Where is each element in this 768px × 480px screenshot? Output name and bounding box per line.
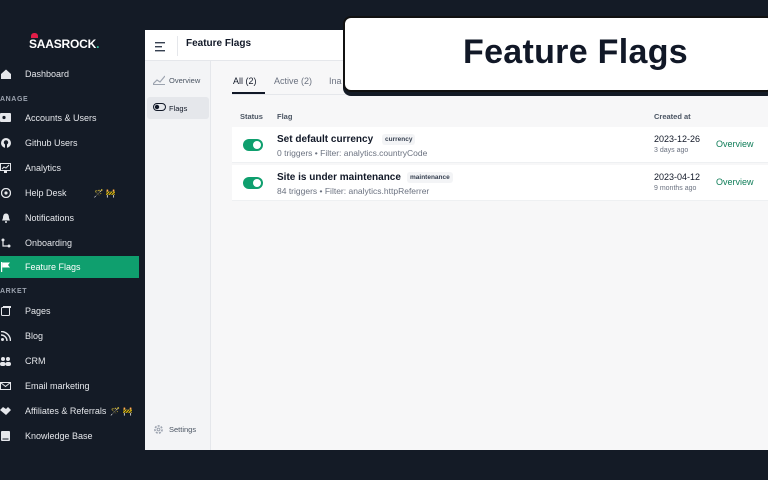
sidebar-item-github-users[interactable]: Github Users [0, 132, 139, 154]
pages-icon [0, 305, 11, 316]
sidebar-item-label: Pages [25, 306, 51, 316]
page-title: Feature Flags [186, 38, 252, 49]
subnav-item-overview[interactable]: Overview [147, 69, 209, 91]
id-card-icon [0, 112, 11, 123]
people-icon [0, 355, 11, 366]
analytics-icon [0, 162, 11, 173]
mail-icon [0, 380, 11, 391]
sidebar-item-feature-flags[interactable]: Feature Flags [0, 256, 139, 278]
tab-inactive[interactable]: Ina [329, 76, 342, 86]
logo-hat-icon [31, 33, 38, 38]
enabled-toggle[interactable] [243, 177, 263, 189]
sidebar-item-label: Feature Flags [25, 262, 81, 272]
toggle-icon [153, 103, 166, 113]
subnav-item-settings[interactable]: Settings [147, 418, 209, 440]
logo-text: SAASROCK [29, 37, 97, 51]
subnav-label: Flags [169, 104, 188, 113]
onboarding-icon [0, 237, 11, 248]
sidebar-item-label: Github Users [25, 138, 78, 148]
rss-icon [0, 330, 11, 341]
sidebar-item-dashboard[interactable]: Dashboard [0, 63, 139, 85]
sidebar-item-analytics[interactable]: Analytics [0, 157, 139, 179]
sidebar-item-knowledge-base[interactable]: Knowledge Base [0, 425, 139, 447]
flag-name[interactable]: Site is under maintenance [277, 172, 401, 183]
flag-tag: maintenance [407, 172, 453, 183]
col-header-status: Status [240, 112, 263, 121]
handshake-icon [0, 405, 11, 416]
sidebar-item-notifications[interactable]: Notifications [0, 207, 139, 229]
chart-icon [152, 75, 166, 85]
sidebar-item-pages[interactable]: Pages [0, 300, 139, 322]
topbar-divider [177, 36, 178, 56]
sidebar-item-label: Help Desk 🪄 🚧 [25, 188, 116, 198]
sidebar-item-label: Accounts & Users [25, 113, 97, 123]
col-header-created: Created at [654, 112, 691, 121]
flag-meta: 0 triggers • Filter: analytics.countryCo… [277, 148, 428, 158]
title-overlay-card: Feature Flags [343, 16, 768, 92]
sidebar-item-onboarding[interactable]: Onboarding [0, 232, 139, 254]
sidebar-item-label: Email marketing [25, 381, 90, 391]
tab-active[interactable]: Active (2) [274, 76, 312, 86]
created-date: 2023-04-12 [654, 172, 701, 182]
flag-name[interactable]: Set default currency [277, 134, 373, 145]
flag-icon [0, 261, 11, 272]
sidebar-item-label: Analytics [25, 163, 62, 173]
sub-navigation: Overview Flags Settings [145, 61, 211, 450]
flag-tag: currency [382, 134, 416, 145]
help-icon [0, 187, 11, 198]
sidebar-item-label: Knowledge Base [25, 431, 93, 441]
tabs-divider [232, 94, 768, 95]
tab-all[interactable]: All (2) [233, 76, 257, 86]
overview-link[interactable]: Overview [716, 177, 754, 187]
sidebar-item-label: Notifications [25, 213, 75, 223]
github-icon [0, 137, 11, 148]
sidebar-item-blog[interactable]: Blog [0, 325, 139, 347]
created-relative: 3 days ago [654, 147, 689, 154]
created-relative: 9 months ago [654, 185, 697, 192]
sidebar: SAASROCK. Dashboard ANAGE Accounts & Use… [0, 0, 145, 450]
wip-badge: 🪄 🚧 [110, 407, 133, 416]
table-row[interactable]: Set default currency currency 0 triggers… [232, 127, 768, 163]
bell-icon [0, 212, 11, 223]
section-label-manage: ANAGE [0, 96, 29, 103]
sidebar-item-label: Blog [25, 331, 44, 341]
sidebar-item-accounts-users[interactable]: Accounts & Users [0, 107, 139, 129]
sidebar-item-email-marketing[interactable]: Email marketing [0, 375, 139, 397]
logo-dot: . [96, 37, 100, 51]
overlay-title: Feature Flags [463, 33, 688, 71]
flag-meta: 84 triggers • Filter: analytics.httpRefe… [277, 186, 430, 196]
col-header-flag: Flag [277, 112, 293, 121]
enabled-toggle[interactable] [243, 139, 263, 151]
table-row[interactable]: Site is under maintenance maintenance 84… [232, 165, 768, 201]
section-label-market: ARKET [0, 288, 28, 295]
flags-table: Status Flag Created at Set default curre… [232, 106, 768, 203]
menu-icon[interactable] [155, 39, 167, 52]
overview-link[interactable]: Overview [716, 139, 754, 149]
sidebar-item-label: Affiliates & Referrals 🪄 🚧 [25, 406, 133, 416]
subnav-label: Settings [169, 425, 197, 434]
book-icon [0, 430, 11, 441]
gear-icon [153, 424, 165, 434]
home-icon [0, 68, 11, 79]
table-header: Status Flag Created at [232, 106, 768, 126]
created-date: 2023-12-26 [654, 134, 701, 144]
sidebar-item-label: Dashboard [25, 69, 70, 79]
sidebar-item-help-desk[interactable]: Help Desk 🪄 🚧 [0, 182, 139, 204]
sidebar-item-label: Onboarding [25, 238, 73, 248]
wip-badge: 🪄 🚧 [93, 189, 116, 198]
subnav-label: Overview [169, 76, 201, 85]
logo[interactable]: SAASROCK. [29, 33, 100, 51]
subnav-item-flags[interactable]: Flags [147, 97, 209, 119]
sidebar-item-crm[interactable]: CRM [0, 350, 139, 372]
sidebar-item-label: CRM [25, 356, 46, 366]
sidebar-item-affiliates-referrals[interactable]: Affiliates & Referrals 🪄 🚧 [0, 400, 139, 422]
app-window: Feature Flags Overview Flags Settings Al… [145, 30, 768, 450]
